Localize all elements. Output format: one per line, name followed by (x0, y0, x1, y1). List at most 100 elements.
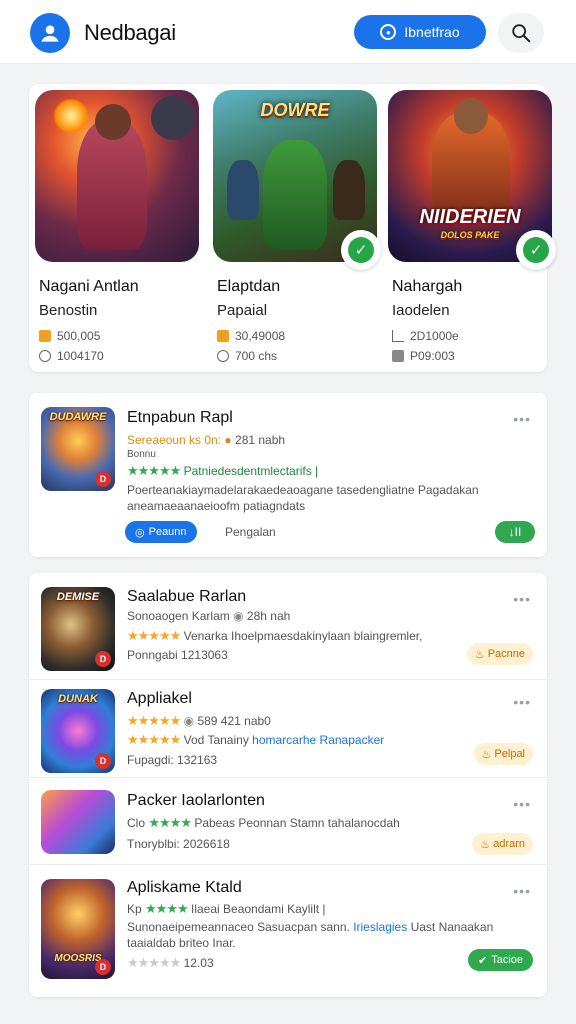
clock-icon: ● (380, 24, 397, 40)
app-primary-button[interactable]: ◎ Peaunn (125, 521, 197, 543)
top-app-bar: Nedbagai ● Ibnetfrao (0, 0, 576, 64)
featured-app-stat: P09:003 (388, 349, 552, 363)
app-tag-label: Pacnne (487, 648, 525, 660)
rating-stars: ★★★★★ (127, 732, 181, 747)
person-icon (39, 350, 51, 362)
app-meta: Tnoryblbi: 2026618 (127, 837, 230, 851)
more-horizontal-icon[interactable]: ••• (513, 411, 531, 427)
app-description-link[interactable]: Irieslagies (353, 920, 407, 934)
app-title[interactable]: Etnpabun Rapl (127, 409, 233, 427)
featured-app-3[interactable]: NIIDERIEN DOLOS PAKE ✓ Nahargah Iaodelen… (388, 90, 556, 363)
thumbnail-logo: DEMISE (56, 591, 100, 603)
list-item[interactable]: MOOSRIS D Apliskame Ktald ••• Kp ★★★★ Il… (29, 865, 547, 995)
thumbs-up-icon (39, 330, 51, 342)
featured-app-artwork[interactable]: NIIDERIEN DOLOS PAKE ✓ (388, 90, 556, 270)
app-tag-b: Tanainy (207, 733, 249, 747)
featured-app-2[interactable]: DOWRE ✓ Elaptdan Papaial 30,49008 700 ch… (213, 90, 381, 363)
more-horizontal-icon[interactable]: ••• (513, 883, 531, 899)
info-icon: ◉ (233, 609, 244, 623)
app-description-2: aneamaeaanaeioofm patiagndats (127, 499, 306, 513)
app-tagline: Venarka Ihoelpmaesdakinylaan blaingremle… (183, 629, 423, 643)
app-size: 589 421 nab0 (197, 714, 271, 728)
app-install-button[interactable]: ↓ II (495, 521, 535, 543)
app-primary-button-label: Peaunn (148, 526, 187, 538)
coin-icon: ● (224, 433, 232, 447)
user-avatar[interactable] (30, 13, 70, 53)
app-developer-line: Sonoaogen Karlam ◉ 28h nah (127, 609, 290, 623)
app-description: Poerteanakiaymadelarakaedeaoagane tasede… (127, 483, 479, 497)
app-install-label: II (514, 525, 522, 539)
app-description: Sunonaeipemeannaceo Sasuacpan sann. Irie… (127, 920, 493, 934)
featured-app-stat-value: P09:003 (410, 349, 455, 363)
app-developer-line: Sereaeoun ks 0n: ● 281 nabh (127, 433, 285, 447)
featured-app-stat-value: 500,005 (57, 329, 101, 343)
rating-stars: ★★★★ (148, 815, 192, 830)
check-icon: ✓ (348, 237, 374, 263)
search-button[interactable] (498, 13, 544, 53)
rating-stars: ★★★★★ (127, 713, 181, 728)
info-icon: ◉ (183, 714, 195, 728)
chart-icon (392, 350, 404, 362)
app-thumbnail[interactable]: MOOSRIS D (41, 879, 115, 979)
app-title: Appliakel (127, 690, 192, 707)
app-rating-line: ★★★★★ Venarka Ihoelpmaesdakinylaan blain… (127, 628, 422, 644)
app-rating-line: Kp ★★★★ Ilaeai Beaondami Kaylilt | (127, 901, 326, 917)
app-tag-c: homarcarhe Ranapacker (252, 733, 385, 747)
app-tag-pill[interactable]: ♨ adrarn (472, 833, 533, 855)
featured-app-stat-value: 2D1000e (410, 329, 459, 343)
app-thumbnail[interactable]: DUDAWRE D (41, 407, 115, 491)
thumbnail-logo: DUDAWRE (49, 411, 107, 423)
download-icon (392, 330, 404, 342)
featured-app-artwork[interactable] (35, 90, 199, 262)
more-horizontal-icon[interactable]: ••• (513, 694, 531, 710)
app-install-button[interactable]: ✔ Tacioe (467, 949, 533, 971)
verified-badge: ✓ (516, 230, 556, 270)
app-tag-pill[interactable]: ♨ Pelpal (473, 743, 533, 765)
fire-icon: ♨ (480, 838, 491, 851)
app-description-a: Sunonaeipemeannaceo Sasuacpan sann. (127, 920, 350, 934)
app-tagline: Pabeas Peonnan Stamn tahalanocdah (194, 816, 400, 830)
app-meta-line: ★★★★★ 12.03 (127, 955, 214, 971)
rating-stars: ★★★★★ (127, 628, 181, 643)
app-list-card: DEMISE D Saalabue Rarlan ••• Sonoaogen K… (29, 573, 547, 997)
app-badge: D (95, 753, 111, 769)
app-badge: D (95, 471, 111, 487)
featured-art-logo: DOWRE (260, 100, 330, 120)
app-thumbnail[interactable]: DUNAK D (41, 689, 115, 773)
header-action-label: Ibnetfrao (404, 24, 460, 40)
app-tag-label: Pelpal (494, 748, 525, 760)
featured-app-subtitle: Iaodelen (392, 302, 450, 319)
featured-app-name: Nahargah (392, 278, 463, 295)
app-rating-line: Clo ★★★★ Pabeas Peonnan Stamn tahalanocd… (127, 815, 400, 831)
app-title: Apliskame Ktald (127, 879, 242, 896)
app-description-2: taaialdab briteo Inar. (127, 936, 236, 950)
featured-app-stat-value: 1004170 (57, 349, 104, 363)
header-action-button[interactable]: ● Ibnetfrao (354, 15, 486, 49)
list-item[interactable]: DEMISE D Saalabue Rarlan ••• Sonoaogen K… (29, 573, 547, 679)
app-developer: Sereaeoun ks 0n: (127, 433, 222, 447)
app-thumbnail[interactable] (41, 790, 115, 854)
rating-stars: ★★★★★ (127, 463, 181, 478)
list-item[interactable]: Packer Iaolarlonten ••• Clo ★★★★ Pabeas … (29, 778, 547, 864)
list-item[interactable]: DUNAK D Appliakel ••• ★★★★★ ◉ 589 421 na… (29, 680, 547, 777)
featured-app-artwork[interactable]: DOWRE ✓ (213, 90, 381, 270)
featured-app-1[interactable]: Nagani Antlan Benostin 500,005 1004170 (35, 90, 199, 363)
featured-app-stat: 700 chs (213, 349, 377, 363)
person-icon (217, 350, 229, 362)
more-horizontal-icon[interactable]: ••• (513, 796, 531, 812)
featured-app-name: Nagani Antlan (39, 278, 139, 295)
app-tagline: Ilaeai Beaondami Kaylilt | (191, 902, 326, 916)
check-icon: ✓ (523, 237, 549, 263)
check-icon: ✔ (477, 954, 488, 967)
app-description-c: Uast Nanaakan (410, 920, 494, 934)
app-tag-pill[interactable]: ♨ Pacnne (466, 643, 533, 665)
more-horizontal-icon[interactable]: ••• (513, 591, 531, 607)
app-thumbnail[interactable]: DEMISE D (41, 587, 115, 671)
app-rating-line: ★★★★★ ◉ 589 421 nab0 (127, 713, 271, 729)
app-tagline-line: ★★★★★ Vod Tanainy homarcarhe Ranapacker (127, 732, 384, 748)
app-tagline: Patniedesdentmlectarifs | (183, 464, 319, 478)
app-tag-label: adrarn (493, 838, 525, 850)
rating-stars: ★★★★★ (127, 955, 181, 970)
featured-app-name: Elaptdan (217, 278, 281, 295)
featured-art-logo: NIIDERIEN (419, 206, 521, 228)
